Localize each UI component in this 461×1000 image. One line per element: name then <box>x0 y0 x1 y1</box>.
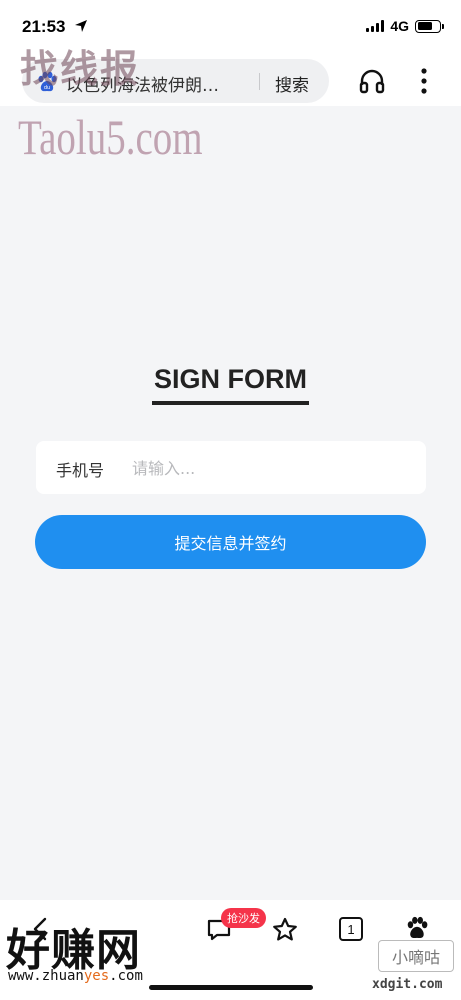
watermark-url-prefix: www.zhuan <box>8 968 84 984</box>
search-button[interactable]: 搜索 <box>275 71 309 96</box>
watermark-url-accent: yes <box>83 968 110 984</box>
title-underline <box>152 401 309 405</box>
watermark-right-box: 小嘀咕 <box>378 940 454 972</box>
baidu-paw-icon[interactable] <box>405 916 429 940</box>
phone-input[interactable] <box>132 451 412 485</box>
watermark-taolu: Taolu5.com <box>18 109 203 165</box>
comment-badge: 抢沙发 <box>221 908 266 928</box>
watermark-right-url: xdgit.com <box>372 977 443 992</box>
phone-label: 手机号 <box>56 461 105 480</box>
headphones-icon[interactable] <box>358 68 386 94</box>
location-arrow-icon <box>75 20 87 32</box>
battery-level <box>417 22 433 30</box>
watermark-bottom-url: www.zhuanyes.com <box>8 968 143 984</box>
more-vertical-icon[interactable] <box>418 66 430 96</box>
submit-sign-button[interactable]: 提交信息并签约 <box>35 515 426 569</box>
watermark-top: 找线报 <box>20 46 141 91</box>
page-title: SIGN FORM <box>154 364 307 394</box>
battery-icon <box>415 19 444 33</box>
address-divider <box>259 73 260 90</box>
home-indicator <box>149 985 313 990</box>
cell-signal-icon <box>366 20 385 32</box>
status-indicators: 4G <box>366 18 444 34</box>
tabs-button[interactable]: 1 <box>339 917 363 941</box>
watermark-url-suffix: .com <box>109 968 143 984</box>
star-icon[interactable] <box>271 916 299 944</box>
status-time: 21:53 <box>22 17 66 36</box>
phone-field-card: 手机号 <box>36 441 426 494</box>
network-type: 4G <box>390 18 409 34</box>
